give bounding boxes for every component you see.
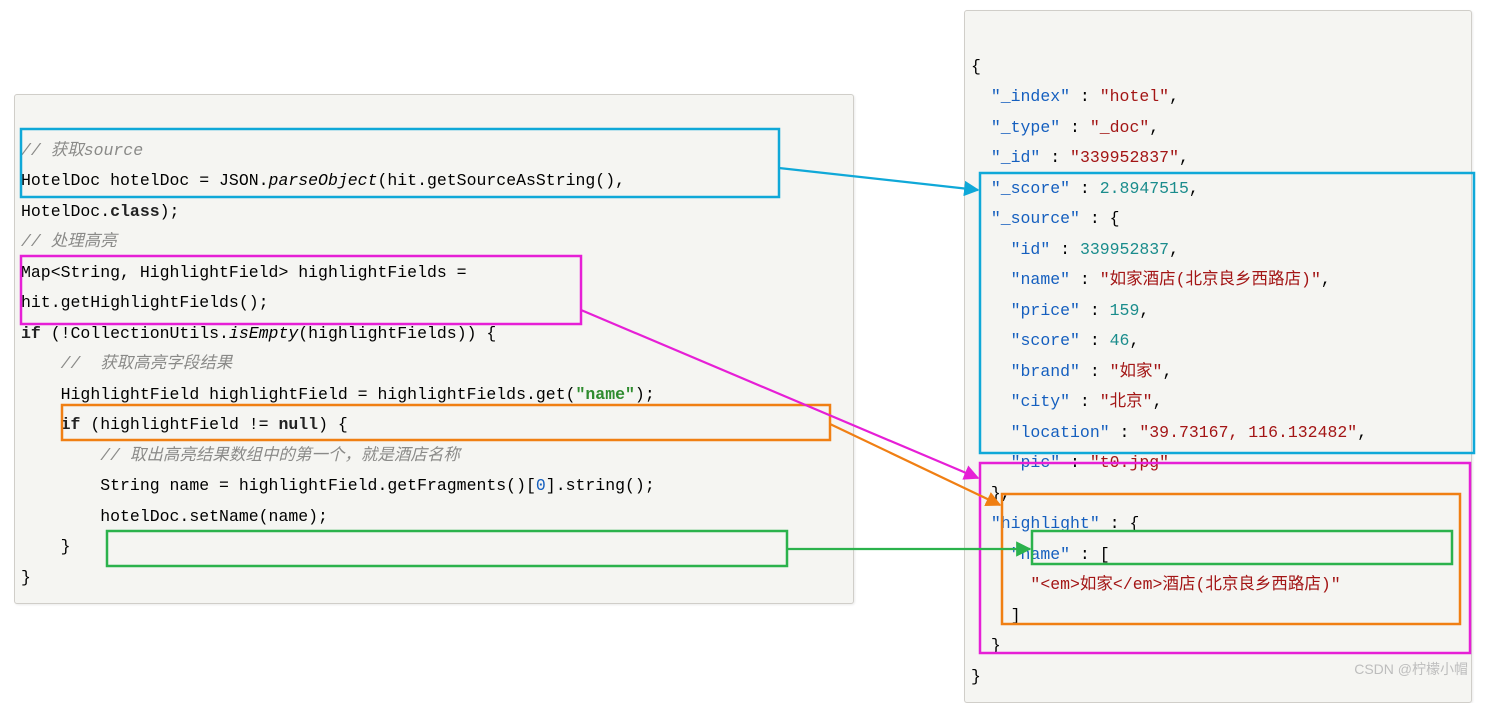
set-name: hotelDoc.setName(name); — [100, 507, 328, 526]
json-price: "price" : 159, — [1011, 301, 1150, 320]
json-id: "_id" : "339952837", — [991, 148, 1189, 167]
json-loc: "location" : "39.73167, 116.132482", — [1011, 423, 1368, 442]
java-code-panel: // 获取source HotelDoc hotelDoc = JSON.par… — [14, 94, 854, 604]
json-source: "_source" : { — [991, 209, 1120, 228]
comment-first-fragment: // 取出高亮结果数组中的第一个，就是酒店名称 — [100, 446, 460, 465]
json-name: "name" : "如家酒店(北京良乡西路店)", — [1011, 270, 1331, 289]
comment-get-source: // 获取source — [21, 141, 143, 160]
json-hname-val: "<em>如家</em>酒店(北京良乡西路店)" — [1030, 575, 1340, 594]
json-index: "_index" : "hotel", — [991, 87, 1179, 106]
json-pic: "pic" : "t0.jpg" — [1011, 453, 1169, 472]
json-brand: "brand" : "如家", — [1011, 362, 1173, 381]
json-sid: "id" : 339952837, — [1011, 240, 1179, 259]
json-hname: "name" : [ — [1011, 545, 1110, 564]
json-city: "city" : "北京", — [1011, 392, 1163, 411]
json-close-hl: } — [991, 636, 1001, 655]
json-close-all: } — [971, 667, 981, 686]
json-sscore: "score" : 46, — [1011, 331, 1140, 350]
json-open: { — [971, 57, 981, 76]
if-not-empty: if (!CollectionUtils.isEmpty(highlightFi… — [21, 324, 496, 343]
if-not-null: if (highlightField != null) { — [61, 415, 348, 434]
json-score: "_score" : 2.8947515, — [991, 179, 1199, 198]
json-highlight: "highlight" : { — [991, 514, 1140, 533]
json-close-src: }, — [991, 484, 1011, 503]
get-name-field: HighlightField highlightField = highligh… — [61, 385, 655, 404]
comment-handle-highlight: // 处理高亮 — [21, 232, 117, 251]
highlight-fields-get: hit.getHighlightFields(); — [21, 293, 269, 312]
highlight-fields-decl: Map<String, HighlightField> highlightFie… — [21, 263, 467, 282]
parse-object-line2: HotelDoc.class); — [21, 202, 179, 221]
json-close-arr: ] — [1011, 606, 1021, 625]
comment-get-field-result: // 获取高亮字段结果 — [61, 354, 233, 373]
json-type: "_type" : "_doc", — [991, 118, 1159, 137]
watermark-text: CSDN @柠檬小帽 — [1354, 657, 1468, 683]
get-fragments: String name = highlightField.getFragment… — [100, 476, 655, 495]
brace-close-outer: } — [21, 568, 31, 587]
brace-close-inner: } — [61, 537, 71, 556]
json-response-panel: { "_index" : "hotel", "_type" : "_doc", … — [964, 10, 1472, 703]
parse-object-line1: HotelDoc hotelDoc = JSON.parseObject(hit… — [21, 171, 625, 190]
